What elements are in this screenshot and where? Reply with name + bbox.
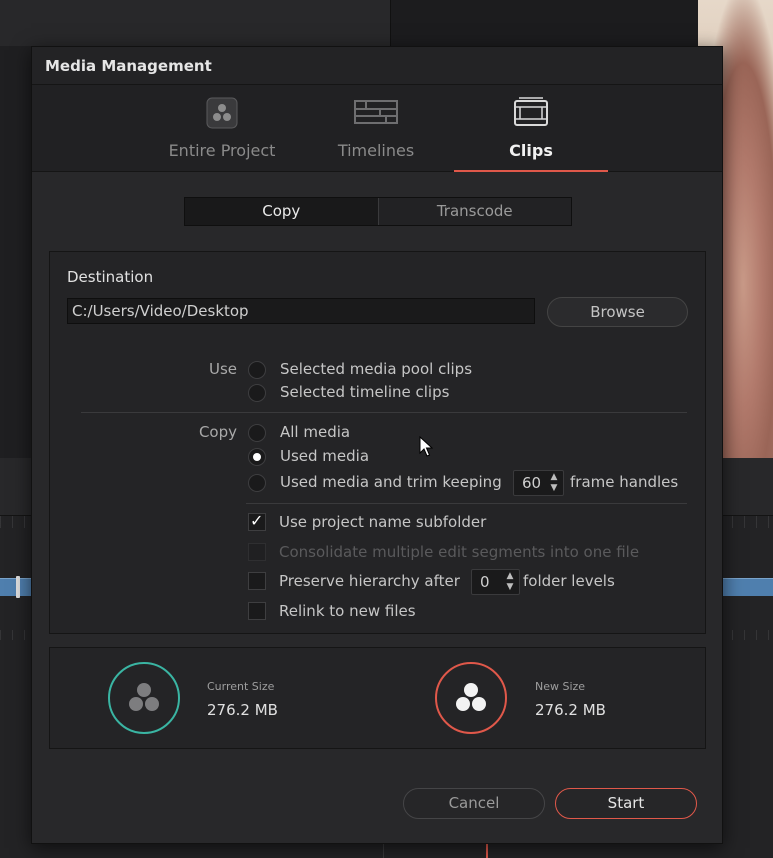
use-timeline-radio[interactable] <box>248 384 266 402</box>
resolve-logo-icon <box>206 97 238 133</box>
media-management-dialog: Media Management Entire Project Timeline… <box>31 46 723 844</box>
project-subfolder-checkbox[interactable] <box>248 511 266 531</box>
frame-handles-stepper[interactable]: 60 ▲ ▼ <box>513 470 564 496</box>
clip-filmstrip-icon <box>513 97 549 133</box>
consolidate-checkbox <box>248 543 266 561</box>
tab-label: Entire Project <box>168 141 276 160</box>
top-tab-bar: Entire Project Timelines Clips <box>32 85 722 172</box>
section-divider <box>246 503 687 504</box>
dialog-title: Media Management <box>32 47 722 85</box>
stepper-arrows-icon[interactable]: ▲ ▼ <box>505 571 515 593</box>
consolidate-label: Consolidate multiple edit segments into … <box>279 543 640 561</box>
current-size-value: 276.2 MB <box>207 701 278 719</box>
copy-used-trim-label: Used media and trim keeping <box>280 473 502 491</box>
preserve-hierarchy-checkbox[interactable] <box>248 572 266 590</box>
section-divider <box>81 412 687 413</box>
use-media-pool-label: Selected media pool clips <box>280 360 473 378</box>
preserve-hierarchy-label: Preserve hierarchy after <box>279 572 460 590</box>
background-viewer-panel-right <box>390 0 698 46</box>
background-viewer-panel <box>0 0 390 46</box>
current-size-ring <box>108 662 180 734</box>
use-label: Use <box>208 360 237 378</box>
project-subfolder-label: Use project name subfolder <box>279 513 487 531</box>
browse-button-label: Browse <box>590 303 645 321</box>
start-button[interactable]: Start <box>555 788 697 819</box>
frame-handles-suffix: frame handles <box>570 473 679 491</box>
copy-transcode-toggle: Copy Transcode <box>184 197 572 226</box>
new-size-caption: New Size <box>535 680 586 693</box>
background-divider <box>383 843 384 858</box>
current-size-caption: Current Size <box>207 680 275 693</box>
background-clip-handle <box>16 576 20 598</box>
copy-all-media-radio[interactable] <box>248 424 266 442</box>
tab-label: Timelines <box>337 141 415 160</box>
new-size-ring <box>435 662 507 734</box>
mouse-pointer-icon <box>419 435 434 462</box>
browse-button[interactable]: Browse <box>547 297 688 327</box>
copy-label: Copy <box>198 423 237 441</box>
relink-checkbox[interactable] <box>248 602 266 620</box>
copy-all-media-label: All media <box>280 423 351 441</box>
frame-handles-value: 60 <box>522 474 542 492</box>
transcode-mode-button[interactable]: Transcode <box>378 198 571 225</box>
tab-clips[interactable]: Clips <box>454 85 608 172</box>
size-summary-panel: Current Size 276.2 MB New Size 276.2 MB <box>49 647 706 749</box>
new-size-value: 276.2 MB <box>535 701 606 719</box>
options-panel: Destination Browse Use Selected media po… <box>49 251 706 634</box>
destination-path-input[interactable] <box>67 298 535 324</box>
folder-levels-stepper[interactable]: 0 ▲ ▼ <box>471 569 520 595</box>
background-timeline-clip <box>722 578 773 596</box>
resolve-logo-icon <box>456 683 486 711</box>
copy-used-media-label: Used media <box>280 447 370 465</box>
use-media-pool-radio[interactable] <box>248 361 266 379</box>
tab-entire-project[interactable]: Entire Project <box>145 85 299 172</box>
tab-timelines[interactable]: Timelines <box>299 85 453 172</box>
timeline-icon <box>354 97 398 131</box>
copy-used-trim-radio[interactable] <box>248 474 266 492</box>
destination-label: Destination <box>67 268 154 286</box>
stepper-arrows-icon[interactable]: ▲ ▼ <box>549 472 559 494</box>
relink-label: Relink to new files <box>279 602 416 620</box>
resolve-logo-icon <box>129 683 159 711</box>
folder-levels-suffix: folder levels <box>523 572 615 590</box>
copy-mode-button[interactable]: Copy <box>185 198 379 225</box>
background-playhead <box>486 843 488 858</box>
tab-label: Clips <box>509 141 553 160</box>
use-timeline-label: Selected timeline clips <box>280 383 450 401</box>
folder-levels-value: 0 <box>480 573 490 591</box>
cancel-button[interactable]: Cancel <box>403 788 545 819</box>
copy-used-media-radio[interactable] <box>248 448 266 466</box>
